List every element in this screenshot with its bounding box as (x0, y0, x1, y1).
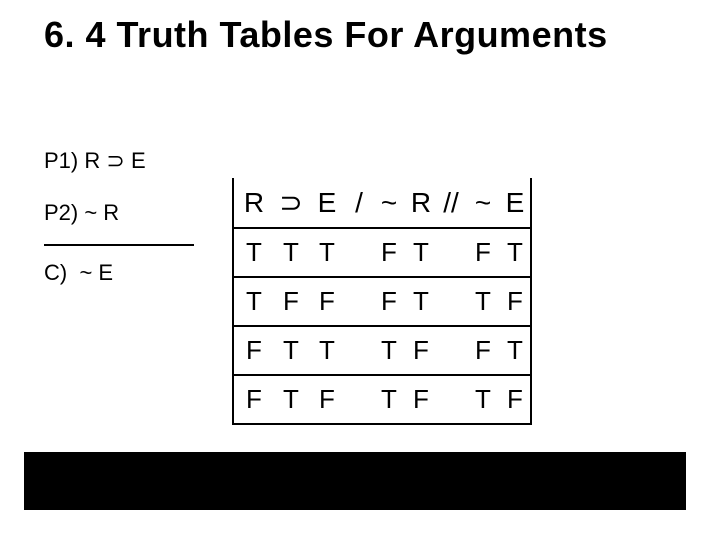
col-supset: ⊃ (274, 178, 308, 228)
premise-1-lhs: P1) R (44, 148, 100, 173)
table-row: T T T F T F T (233, 228, 531, 277)
cell: T (406, 277, 436, 326)
conclusion: C) ~ E (44, 260, 194, 286)
footer-band (24, 452, 686, 510)
table-row: T F F F T T F (233, 277, 531, 326)
cell: F (466, 326, 500, 375)
cell: F (274, 277, 308, 326)
cell (436, 228, 466, 277)
cell: T (274, 228, 308, 277)
cell: T (372, 375, 406, 424)
truth-table: R ⊃ E / ~ R // ~ E T T T F (232, 178, 532, 425)
cell: F (308, 277, 346, 326)
table-row: F T T T F F T (233, 326, 531, 375)
cell: T (406, 228, 436, 277)
supset-icon: ⊃ (279, 187, 302, 218)
premise-2: P2) ~ R (44, 200, 194, 226)
cell: F (406, 375, 436, 424)
cell: F (406, 326, 436, 375)
cell: F (233, 375, 274, 424)
cell: F (500, 277, 531, 326)
cell: F (500, 375, 531, 424)
cell: F (308, 375, 346, 424)
table-row: F T F T F T F (233, 375, 531, 424)
cell (346, 277, 372, 326)
col-neg-E-E: E (500, 178, 531, 228)
cell: T (308, 326, 346, 375)
cell: T (466, 375, 500, 424)
col-neg-R-R: R (406, 178, 436, 228)
cell: T (372, 326, 406, 375)
cell: F (466, 228, 500, 277)
cell: T (274, 326, 308, 375)
cell (436, 326, 466, 375)
supset-icon: ⊃ (106, 148, 124, 173)
cell (436, 375, 466, 424)
col-neg-E-neg: ~ (466, 178, 500, 228)
col-dslash: // (436, 178, 466, 228)
cell: T (233, 277, 274, 326)
argument-premises: P1) R ⊃ E P2) ~ R C) ~ E (44, 148, 194, 312)
col-neg-R-neg: ~ (372, 178, 406, 228)
table-header-row: R ⊃ E / ~ R // ~ E (233, 178, 531, 228)
premise-divider (44, 244, 194, 246)
page-title: 6. 4 Truth Tables For Arguments (44, 14, 690, 56)
cell: T (233, 228, 274, 277)
cell: F (372, 277, 406, 326)
col-E: E (308, 178, 346, 228)
cell (346, 375, 372, 424)
cell (436, 277, 466, 326)
cell (346, 228, 372, 277)
cell: T (466, 277, 500, 326)
cell: T (308, 228, 346, 277)
premise-1: P1) R ⊃ E (44, 148, 194, 174)
cell: F (372, 228, 406, 277)
cell (346, 326, 372, 375)
cell: F (233, 326, 274, 375)
cell: T (274, 375, 308, 424)
cell: T (500, 228, 531, 277)
slide: 6. 4 Truth Tables For Arguments P1) R ⊃ … (0, 0, 720, 540)
col-slash: / (346, 178, 372, 228)
cell: T (500, 326, 531, 375)
premise-1-rhs: E (131, 148, 146, 173)
col-R: R (233, 178, 274, 228)
